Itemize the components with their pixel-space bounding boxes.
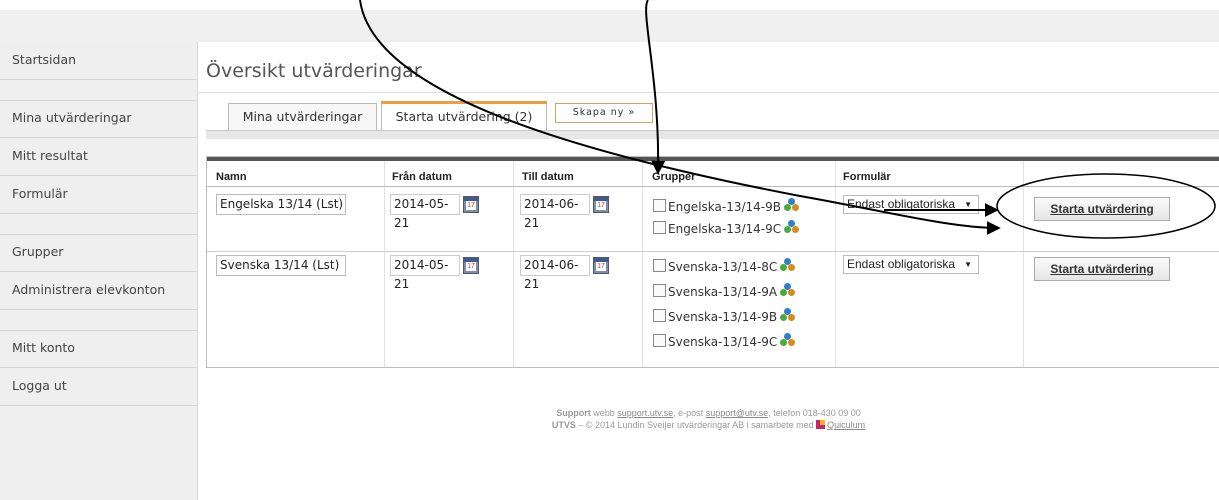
- row-divider: [207, 251, 1219, 252]
- title-divider: [198, 92, 1219, 93]
- name-field[interactable]: Svenska 13/14 (Lst): [216, 255, 346, 276]
- to-date-field[interactable]: 2014-06-21: [520, 194, 590, 230]
- calendar-icon[interactable]: [593, 257, 609, 274]
- tab-strip: [206, 130, 1219, 139]
- form-select[interactable]: Endast obligatoriska ▼: [843, 195, 979, 214]
- group-checkbox[interactable]: [653, 199, 666, 212]
- table-top-bar: [207, 157, 1219, 161]
- group-item: Svenska-13/14-9A: [653, 283, 796, 303]
- start-evaluation-button[interactable]: Starta utvärdering: [1034, 197, 1170, 221]
- main-content: Översikt utvärderingar Mina utvärderinga…: [198, 42, 1219, 500]
- sidebar-item-administrera-elevkonton[interactable]: Administrera elevkonton: [0, 272, 197, 310]
- dropdown-arrow-icon: ▼: [964, 260, 972, 269]
- footer-mail-link[interactable]: support@utv.se: [706, 408, 769, 418]
- group-people-icon: [784, 220, 800, 235]
- group-item: Svenska-13/14-9B: [653, 308, 796, 328]
- footer-company-line: UTVS – © 2014 Lundin Sveijer utvärdering…: [198, 419, 1219, 431]
- form-select-value: Endast obligatoriska: [847, 197, 956, 211]
- group-people-icon: [780, 258, 796, 273]
- dropdown-arrow-icon: ▼: [964, 200, 972, 209]
- group-label: Svenska-13/14-8C: [668, 260, 778, 274]
- footer-phone: , telefon 018-430 09 00: [768, 408, 861, 418]
- sidebar-item-logga-ut[interactable]: Logga ut: [0, 368, 197, 406]
- group-people-icon: [780, 308, 796, 323]
- group-label: Svenska-13/14-9B: [668, 310, 778, 324]
- start-evaluation-button[interactable]: Starta utvärdering: [1034, 257, 1170, 281]
- sidebar-divider: [0, 310, 197, 331]
- footer-company-text: – © 2014 Lundin Sveijer utvärderingar AB…: [578, 420, 814, 430]
- form-select-value: Endast obligatoriska: [847, 257, 956, 271]
- calendar-icon[interactable]: [463, 257, 479, 274]
- quiculum-logo-icon: [816, 420, 826, 429]
- from-date-field[interactable]: 2014-05-21: [390, 194, 460, 230]
- group-label: Svenska-13/14-9A: [668, 285, 778, 299]
- column-separator: [384, 161, 385, 367]
- group-label: Engelska-13/14-9C: [668, 222, 782, 236]
- sidebar-item-startsidan[interactable]: Startsidan: [0, 42, 197, 80]
- group-checkbox[interactable]: [653, 221, 666, 234]
- sidebar-item-grupper[interactable]: Grupper: [0, 234, 197, 272]
- group-people-icon: [780, 283, 796, 298]
- group-people-icon: [783, 198, 800, 213]
- name-field[interactable]: Engelska 13/14 (Lst): [216, 194, 346, 215]
- header-formular: Formulär: [843, 171, 891, 183]
- group-label: Engelska-13/14-9B: [668, 200, 781, 214]
- group-item: Engelska-13/14-9B: [653, 198, 800, 218]
- page-title: Översikt utvärderingar: [206, 60, 422, 82]
- column-separator: [835, 161, 836, 367]
- footer-mail-prefix: , e-post: [673, 408, 704, 418]
- top-bar: [0, 10, 1219, 42]
- column-separator: [513, 161, 514, 367]
- group-people-icon: [780, 333, 796, 348]
- footer: Support webb support.utv.se, e-post supp…: [198, 407, 1219, 431]
- tab-skapa-ny[interactable]: Skapa ny »: [555, 103, 653, 123]
- to-date-field[interactable]: 2014-06-21: [520, 255, 590, 291]
- group-checkbox[interactable]: [653, 309, 666, 322]
- group-checkbox[interactable]: [653, 259, 666, 272]
- footer-partner-link[interactable]: Quiculum: [827, 420, 865, 430]
- from-date-field[interactable]: 2014-05-21: [390, 255, 460, 291]
- group-checkbox[interactable]: [653, 334, 666, 347]
- header-divider: [207, 186, 1219, 187]
- group-item: Svenska-13/14-9C: [653, 333, 796, 353]
- header-grupper: Grupper: [652, 171, 696, 183]
- sidebar-divider: [0, 214, 197, 235]
- sidebar-item-formular[interactable]: Formulär: [0, 176, 197, 214]
- form-select[interactable]: Endast obligatoriska ▼: [843, 255, 979, 274]
- sidebar: Startsidan Mina utvärderingar Mitt resul…: [0, 42, 198, 500]
- sidebar-divider: [0, 80, 197, 101]
- header-till-datum: Till datum: [522, 171, 574, 183]
- header-namn: Namn: [216, 171, 247, 183]
- column-separator: [642, 161, 643, 367]
- sidebar-item-mitt-resultat[interactable]: Mitt resultat: [0, 138, 197, 176]
- evaluation-table: Namn Från datum Till datum Grupper Formu…: [206, 156, 1219, 368]
- tab-mina-utvarderingar[interactable]: Mina utvärderingar: [228, 103, 377, 130]
- footer-web-link[interactable]: support.utv.se: [617, 408, 673, 418]
- tab-starta-utvardering[interactable]: Starta utvärdering (2): [381, 101, 547, 130]
- group-label: Svenska-13/14-9C: [668, 335, 778, 349]
- footer-company: UTVS: [551, 420, 576, 430]
- footer-support-line: Support webb support.utv.se, e-post supp…: [198, 407, 1219, 419]
- group-item: Engelska-13/14-9C: [653, 220, 800, 240]
- sidebar-item-mina-utvarderingar[interactable]: Mina utvärderingar: [0, 100, 197, 138]
- footer-web-prefix: webb: [593, 408, 615, 418]
- group-item: Svenska-13/14-8C: [653, 258, 796, 278]
- footer-support-label: Support: [556, 408, 591, 418]
- column-separator: [1023, 161, 1024, 367]
- calendar-icon[interactable]: [463, 196, 479, 213]
- header-fran-datum: Från datum: [392, 171, 452, 183]
- sidebar-item-mitt-konto[interactable]: Mitt konto: [0, 330, 197, 368]
- calendar-icon[interactable]: [593, 196, 609, 213]
- group-checkbox[interactable]: [653, 284, 666, 297]
